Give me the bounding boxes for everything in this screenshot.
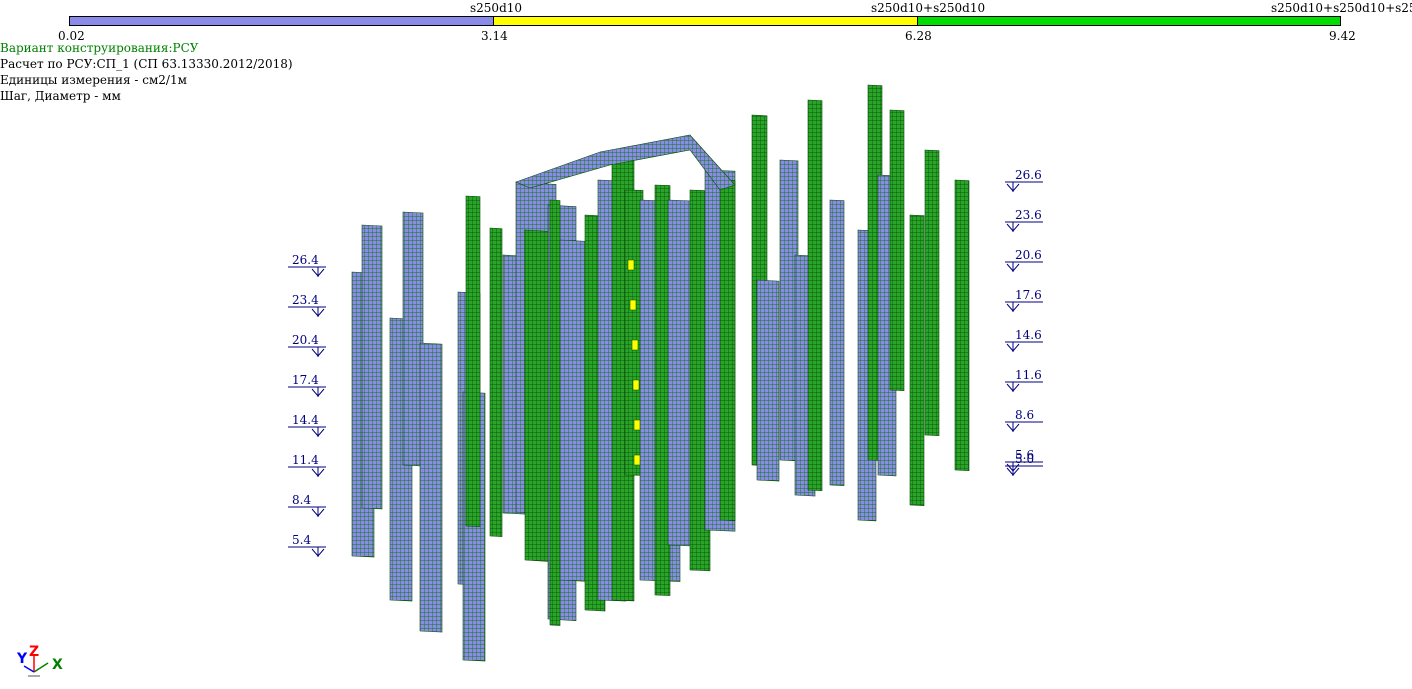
- yellow-zone-2: [631, 339, 639, 351]
- z-axis-label: Z: [29, 644, 39, 660]
- level-label: 8.4: [292, 493, 311, 507]
- wall-r13: [954, 179, 970, 472]
- level-label: 20.6: [1015, 248, 1042, 262]
- yellow-zone-5: [633, 454, 641, 466]
- wall-r6: [829, 199, 845, 487]
- wall-r11: [909, 214, 925, 507]
- wall-r12: [924, 149, 940, 437]
- level-marker-right-0: 26.6: [1005, 168, 1043, 192]
- level-marker-left-6: 8.4: [288, 493, 326, 517]
- level-label: 20.4: [292, 333, 319, 347]
- level-label: 26.4: [292, 253, 319, 267]
- level-label: 23.4: [292, 293, 319, 307]
- level-markers-right: 26.623.620.617.614.611.68.65.65.0: [1005, 168, 1043, 476]
- yellow-zone-4: [633, 419, 641, 431]
- level-label: 11.6: [1015, 368, 1042, 382]
- level-label: 14.6: [1015, 328, 1042, 342]
- level-marker-right-4: 14.6: [1005, 328, 1043, 352]
- wall-l5: [419, 342, 443, 633]
- level-marker-right-2: 20.6: [1005, 248, 1043, 272]
- level-marker-left-1: 23.4: [288, 293, 326, 317]
- level-marker-left-5: 11.4: [288, 453, 326, 477]
- wall-c5: [549, 199, 561, 626]
- level-label: 8.6: [1015, 408, 1034, 422]
- model-viewport[interactable]: 26.4 23.4 20.4 17.4 14.4 11.4 8.4 5.4 26.6 23.6 2…: [0, 0, 1412, 689]
- wall-r2: [756, 279, 780, 482]
- level-label: 17.6: [1015, 288, 1042, 302]
- level-marker-right-1: 23.6: [1005, 208, 1043, 232]
- level-marker-left-2: 20.4: [288, 333, 326, 357]
- level-marker-left-4: 14.4: [288, 413, 326, 437]
- level-marker-right-5: 11.6: [1005, 368, 1043, 392]
- building-model: [351, 84, 970, 662]
- level-label: 17.4: [292, 373, 319, 387]
- wall-l2: [361, 224, 383, 510]
- level-marker-left-3: 17.4: [288, 373, 326, 397]
- x-axis-label: X: [52, 657, 63, 673]
- wall-l9: [489, 227, 503, 537]
- level-label: 5.4: [292, 533, 311, 547]
- level-label: 23.6: [1015, 208, 1042, 222]
- y-axis-label: Y: [16, 651, 28, 667]
- level-marker-left-0: 26.4: [288, 253, 326, 277]
- yellow-zone-0: [627, 259, 635, 271]
- level-label: 11.4: [292, 453, 319, 467]
- wall-c3: [524, 229, 551, 562]
- wall-r10: [889, 109, 905, 392]
- yellow-zone-3: [632, 379, 640, 391]
- level-label: 14.4: [292, 413, 319, 427]
- level-marker-right-6: 8.6: [1005, 408, 1043, 432]
- level-marker-right-8: 5.0: [1005, 452, 1043, 476]
- level-marker-right-3: 17.6: [1005, 288, 1043, 312]
- x-axis-line: [33, 662, 49, 673]
- level-markers-left: 26.4 23.4 20.4 17.4 14.4 11.4 8.4 5.4: [288, 253, 326, 557]
- wall-r5: [807, 99, 823, 492]
- level-label: 5.0: [1015, 452, 1034, 466]
- wall-l8: [465, 195, 481, 528]
- wall-c15: [719, 179, 736, 522]
- axis-triad: Y Z X: [16, 644, 63, 677]
- yellow-zone-1: [629, 299, 637, 311]
- level-marker-left-7: 5.4: [288, 533, 326, 557]
- level-label: 26.6: [1015, 168, 1042, 182]
